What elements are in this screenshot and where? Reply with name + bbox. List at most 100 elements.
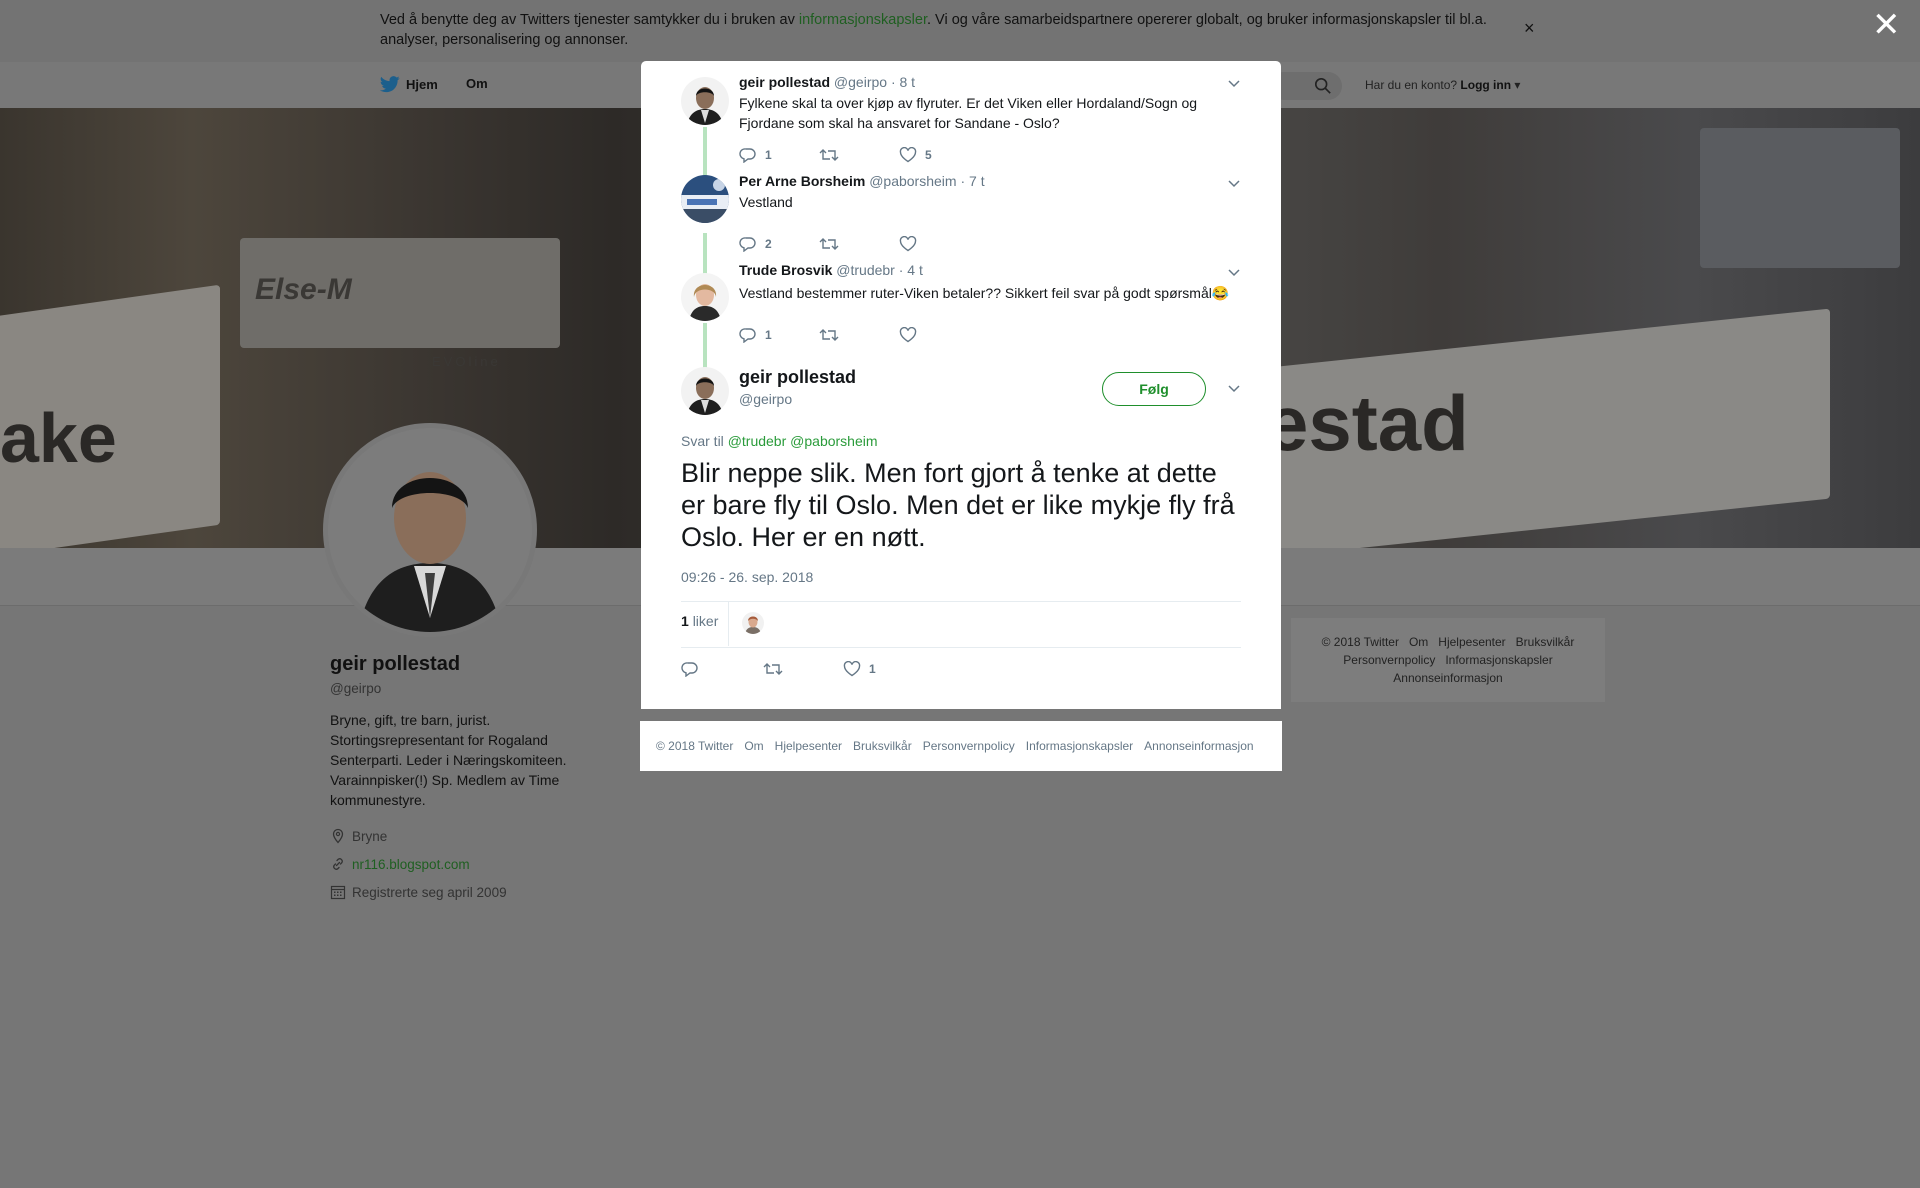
- nav-about[interactable]: Om: [466, 76, 488, 91]
- login-link[interactable]: Logg inn: [1460, 78, 1511, 92]
- cookie-text-before: Ved å benytte deg av Twitters tjenester …: [380, 12, 799, 28]
- heart-icon: [899, 147, 917, 163]
- sidebar-footer: © 2018 Twitter Om Hjelpesenter Bruksvilkår …: [1291, 618, 1605, 702]
- footer-link[interactable]: Hjelpesenter: [775, 739, 842, 753]
- like-button[interactable]: 1: [843, 661, 876, 677]
- chevron-down-icon[interactable]: [1227, 268, 1241, 278]
- footer-link[interactable]: Annonseinformasjon: [1144, 739, 1253, 753]
- main-tweet-avatar[interactable]: [681, 367, 729, 415]
- likes-stat[interactable]: 1 liker: [681, 613, 718, 629]
- heart-icon: [899, 327, 917, 343]
- heart-icon: [899, 236, 917, 252]
- divider: [681, 601, 1241, 602]
- follow-button[interactable]: Følg: [1102, 372, 1206, 406]
- reply-to-line: Svar til @trudebr @paborsheim: [681, 433, 878, 449]
- tweet-author-handle[interactable]: @trudebr: [836, 262, 895, 278]
- profile-url-link[interactable]: nr116.blogspot.com: [352, 857, 470, 872]
- profile-sidebar: geir pollestad @geirpo Bryne, gift, tre …: [330, 650, 580, 906]
- divider: [681, 647, 1241, 648]
- profile-bio: Bryne, gift, tre barn, jurist. Stortings…: [330, 712, 567, 808]
- footer-link[interactable]: Om: [1409, 635, 1428, 649]
- reply-icon: [681, 662, 698, 677]
- chevron-down-icon[interactable]: [1227, 384, 1241, 394]
- retweet-button[interactable]: [819, 147, 899, 163]
- tweet-author-name[interactable]: Trude Brosvik: [739, 262, 832, 278]
- cookie-link[interactable]: informasjonskapsler: [799, 12, 927, 28]
- tweet-author-handle[interactable]: @paborsheim: [869, 173, 956, 189]
- banner-sign-text-left2: Else-M: [255, 273, 352, 306]
- profile-name[interactable]: geir pollestad: [330, 653, 580, 676]
- footer-link[interactable]: Informasjonskapsler: [1026, 739, 1133, 753]
- tweet-time[interactable]: · 8 t: [891, 74, 915, 90]
- search-icon[interactable]: [1314, 77, 1332, 95]
- likes-count: 1: [681, 613, 689, 629]
- footer-link[interactable]: Bruksvilkår: [1516, 635, 1575, 649]
- footer-link[interactable]: Annonseinformasjon: [1393, 671, 1502, 685]
- avatar-image: [681, 175, 729, 223]
- retweet-button[interactable]: [819, 236, 899, 252]
- tweet-author-name[interactable]: Per Arne Borsheim: [739, 173, 865, 189]
- cookie-close-icon[interactable]: ×: [1524, 18, 1535, 39]
- like-button[interactable]: 5: [899, 147, 979, 163]
- footer-link[interactable]: © 2018 Twitter: [1322, 635, 1399, 649]
- reply-icon: [739, 148, 756, 163]
- like-button[interactable]: [899, 236, 979, 252]
- reply-to-mention[interactable]: @paborsheim: [790, 433, 877, 449]
- tweet-author-name[interactable]: geir pollestad: [739, 74, 830, 90]
- main-tweet-text: Blir neppe slik. Men fort gjort å tenke …: [681, 458, 1235, 552]
- reply-button[interactable]: 2: [739, 236, 819, 252]
- twitter-bird-icon: [380, 76, 400, 93]
- close-modal-icon[interactable]: ✕: [1872, 8, 1901, 42]
- avatar[interactable]: [681, 77, 729, 125]
- thread-tweet[interactable]: geir pollestad @geirpo · 8 t Fylkene ska…: [641, 61, 1281, 171]
- reply-to-label: Svar til: [681, 433, 724, 449]
- profile-location-text: Bryne: [352, 828, 388, 844]
- reply-button[interactable]: 1: [739, 327, 819, 343]
- reply-to-mention[interactable]: @trudebr: [728, 433, 787, 449]
- footer-link[interactable]: Om: [744, 739, 763, 753]
- nav-home[interactable]: Hjem: [380, 76, 438, 93]
- retweet-button[interactable]: [819, 327, 899, 343]
- reply-count: 1: [765, 148, 772, 162]
- reply-button[interactable]: 1: [739, 147, 819, 163]
- footer-link[interactable]: Informasjonskapsler: [1445, 653, 1552, 667]
- footer-link[interactable]: Personvernpolicy: [923, 739, 1015, 753]
- banner-card-farright: [1700, 128, 1900, 268]
- profile-url: nr116.blogspot.com: [330, 850, 580, 878]
- profile-joined: Registrerte seg april 2009: [330, 878, 580, 906]
- reply-count: 1: [765, 328, 772, 342]
- thread-tweet[interactable]: Per Arne Borsheim @paborsheim · 7 t Vest…: [641, 171, 1281, 261]
- footer-link[interactable]: Hjelpesenter: [1438, 635, 1505, 649]
- tweet-header: Trude Brosvik @trudebr · 4 t: [739, 262, 923, 278]
- main-tweet-author-name[interactable]: geir pollestad: [739, 367, 856, 388]
- main-tweet-timestamp[interactable]: 09:26 - 26. sep. 2018: [681, 569, 813, 585]
- thread-tweet[interactable]: Trude Brosvik @trudebr · 4 t Vestland be…: [641, 261, 1281, 361]
- tweet-actions: 1: [739, 327, 979, 343]
- avatar[interactable]: [681, 175, 729, 223]
- retweet-button[interactable]: [763, 661, 843, 677]
- avatar-image: [681, 367, 729, 415]
- likes-label: liker: [692, 613, 719, 629]
- main-tweet-actions: 1: [681, 661, 876, 677]
- avatar[interactable]: [681, 273, 729, 321]
- tweet-time[interactable]: · 4 t: [899, 262, 923, 278]
- tweet-actions: 1 5: [739, 147, 979, 163]
- heart-icon: [843, 661, 861, 677]
- main-tweet-author-handle[interactable]: @geirpo: [739, 391, 792, 407]
- banner-sign-text-mid: EVOline: [432, 354, 501, 369]
- liker-avatar[interactable]: [742, 612, 764, 634]
- profile-avatar[interactable]: [323, 423, 537, 637]
- tweet-author-handle[interactable]: @geirpo: [834, 74, 887, 90]
- like-button[interactable]: [899, 327, 979, 343]
- footer-link[interactable]: Bruksvilkår: [853, 739, 912, 753]
- tweet-time[interactable]: · 7 t: [960, 173, 984, 189]
- reply-icon: [739, 237, 756, 252]
- caret-down-icon[interactable]: ▾: [1511, 78, 1520, 92]
- footer-link[interactable]: Personvernpolicy: [1343, 653, 1435, 667]
- footer-link[interactable]: © 2018 Twitter: [656, 739, 733, 753]
- cookie-banner: Ved å benytte deg av Twitters tjenester …: [0, 0, 1920, 62]
- chevron-down-icon[interactable]: [1227, 79, 1241, 89]
- reply-button[interactable]: [681, 661, 763, 677]
- chevron-down-icon[interactable]: [1227, 179, 1241, 189]
- profile-handle[interactable]: @geirpo: [330, 681, 580, 696]
